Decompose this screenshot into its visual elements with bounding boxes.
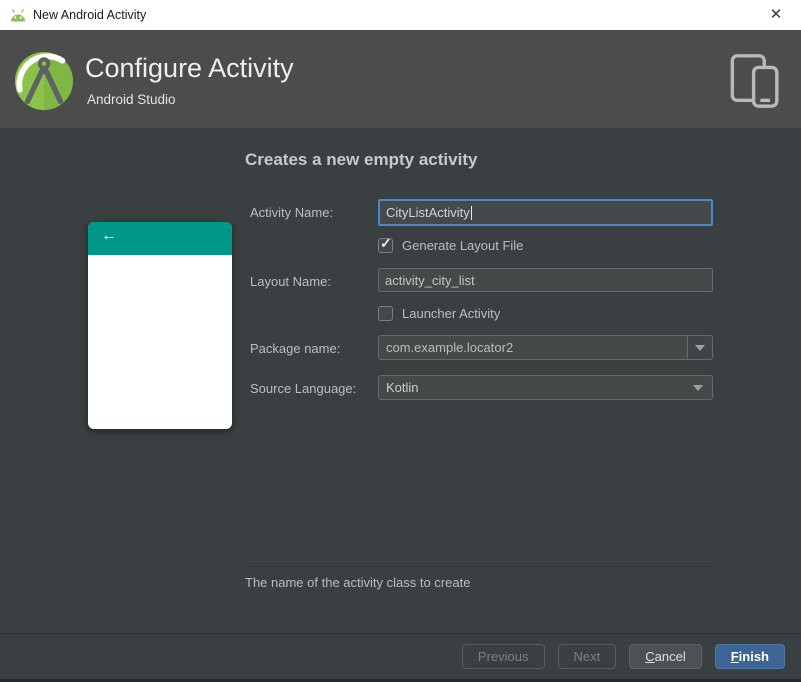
activity-name-label: Activity Name: bbox=[250, 205, 334, 220]
activity-name-value: CityListActivity bbox=[386, 205, 470, 220]
activity-name-input[interactable]: CityListActivity bbox=[378, 199, 713, 226]
launcher-activity-checkbox-row[interactable]: Launcher Activity bbox=[378, 306, 500, 321]
launcher-activity-checkbox[interactable] bbox=[378, 306, 393, 321]
package-name-dropdown-button[interactable] bbox=[687, 336, 712, 359]
layout-name-input[interactable]: activity_city_list bbox=[378, 268, 713, 292]
checkmark-icon: ✓ bbox=[380, 235, 392, 251]
wizard-header: Configure Activity Android Studio bbox=[0, 30, 801, 128]
source-language-select[interactable]: Kotlin bbox=[378, 375, 713, 400]
preview-appbar: ← bbox=[88, 222, 232, 255]
finish-button[interactable]: Finish bbox=[714, 644, 785, 669]
new-android-activity-dialog: New Android Activity ✕ Configure Activit… bbox=[0, 0, 801, 682]
source-language-value: Kotlin bbox=[386, 380, 419, 395]
package-name-value[interactable]: com.example.locator2 bbox=[379, 340, 687, 355]
step-heading: Creates a new empty activity bbox=[245, 150, 478, 169]
generate-layout-checkbox[interactable]: ✓ bbox=[378, 235, 393, 253]
android-robot-icon bbox=[11, 9, 25, 22]
layout-name-value: activity_city_list bbox=[385, 272, 475, 288]
layout-name-label: Layout Name: bbox=[250, 274, 331, 289]
wizard-subtitle: Android Studio bbox=[87, 92, 176, 107]
wizard-title: Configure Activity bbox=[85, 53, 294, 83]
source-language-label: Source Language: bbox=[250, 381, 357, 396]
package-name-label: Package name: bbox=[250, 341, 341, 356]
cancel-button[interactable]: Cancel bbox=[629, 644, 702, 669]
package-name-combobox[interactable]: com.example.locator2 bbox=[378, 335, 713, 360]
chevron-down-icon bbox=[693, 384, 703, 391]
chevron-down-icon bbox=[695, 344, 705, 351]
hint-divider bbox=[245, 566, 713, 567]
launcher-activity-label[interactable]: Launcher Activity bbox=[402, 306, 500, 321]
close-icon[interactable]: ✕ bbox=[761, 0, 791, 30]
back-arrow-icon: ← bbox=[101, 227, 117, 244]
text-caret bbox=[470, 205, 472, 220]
previous-button: Previous bbox=[461, 644, 545, 669]
phone-tablet-icon bbox=[730, 54, 779, 108]
wizard-content: Creates a new empty activity ← Activity … bbox=[0, 128, 801, 633]
generate-layout-label[interactable]: Generate Layout File bbox=[402, 238, 523, 253]
button-bar: Previous Next Cancel Finish bbox=[0, 634, 801, 679]
window-title: New Android Activity bbox=[33, 8, 147, 22]
generate-layout-checkbox-row[interactable]: ✓ Generate Layout File bbox=[378, 235, 523, 253]
field-hint: The name of the activity class to create bbox=[245, 575, 471, 590]
next-button: Next bbox=[557, 644, 617, 669]
android-studio-logo-icon bbox=[14, 51, 74, 111]
title-bar: New Android Activity ✕ bbox=[0, 0, 801, 30]
activity-preview-thumbnail: ← bbox=[88, 222, 232, 429]
